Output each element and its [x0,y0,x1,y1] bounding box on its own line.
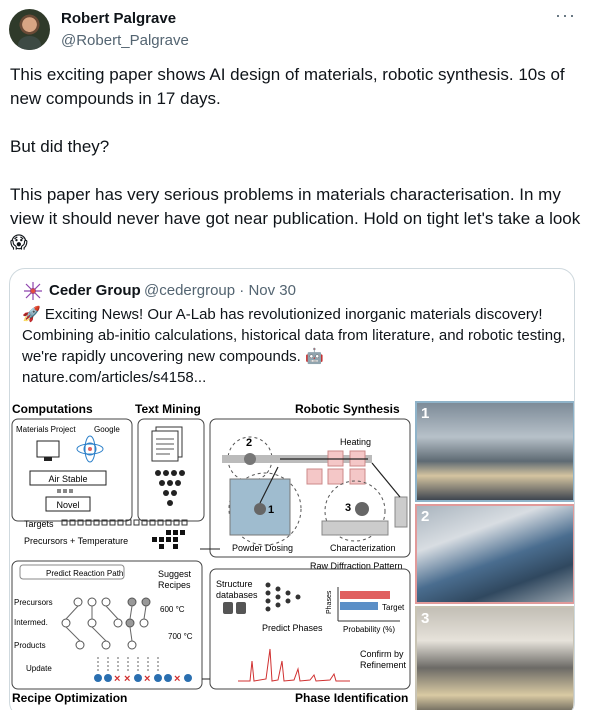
lab-photo-1: 1 [415,401,574,502]
step-2-label: 2 [246,437,252,449]
precursors-temperature-label: Precursors + Temperature [24,536,128,546]
materials-project-label: Materials Project [16,425,76,434]
air-stable-label: Air Stable [48,474,87,484]
workflow-diagram: Computations Text Mining Robotic Synthes… [11,402,411,705]
temp-700-label: 700 °C [168,632,193,641]
quote-author-name[interactable]: Ceder Group [49,282,141,299]
ceder-group-logo-icon [24,282,42,300]
quote-link[interactable]: nature.com/articles/s4158... [22,369,206,386]
robotic-synthesis-title: Robotic Synthesis [295,402,400,416]
characterization-label: Characterization [330,543,396,553]
confirm-refinement-label: Confirm by Refinement [360,649,407,670]
predict-reaction-path-label: Predict Reaction Path [46,569,123,578]
a-lab-figure[interactable]: Computations Text Mining Robotic Synthes… [10,399,574,710]
text-mining-title: Text Mining [135,402,201,416]
ellipsis-icon[interactable]: ··· [555,6,575,28]
author-name[interactable]: Robert Palgrave [61,10,176,27]
step-1-label: 1 [268,504,274,516]
probability-label: Probability (%) [343,625,395,634]
suggest-recipes-label: Suggest Recipes [158,569,192,590]
computations-title: Computations [12,402,93,416]
lab-photos: 1 2 3 [415,401,574,710]
tweet-text: This exciting paper shows AI design of m… [10,65,581,252]
quote-text-body: 🚀 Exciting News! Our A-Lab has revolutio… [22,306,566,365]
avatar[interactable] [9,9,50,50]
lab-photo-3: 3 [415,606,574,710]
lab-photo-2: 2 [415,504,574,604]
phases-axis-label: Phases [326,590,333,614]
quoted-tweet[interactable]: Ceder Group @cedergroup · Nov 30 🚀 Excit… [9,268,575,710]
google-label: Google [94,425,120,434]
structure-databases-label: Structure databases [216,579,258,600]
novel-label: Novel [56,500,79,510]
heating-label: Heating [340,437,371,447]
temp-600-label: 600 °C [160,605,185,614]
svg-text:×: × [114,673,120,685]
svg-text:×: × [124,673,130,685]
update-label: Update [26,664,52,673]
target-label: Target [382,603,405,612]
svg-text:×: × [174,673,180,685]
svg-text:×: × [144,673,150,685]
products-label: Products [14,641,46,650]
powder-dosing-label: Powder Dosing [232,543,293,553]
recipe-optimization-title: Recipe Optimization [12,691,127,705]
phase-identification-title: Phase Identification [295,691,408,705]
intermed-label: Intermed. [14,618,48,627]
quote-author-meta[interactable]: @cedergroup · Nov 30 [144,282,296,299]
author-handle[interactable]: @Robert_Palgrave [61,32,189,49]
predict-phases-label: Predict Phases [262,623,323,633]
targets-label: Targets [24,519,54,529]
precursors-label: Precursors [14,598,53,607]
step-3-label: 3 [345,502,351,514]
quote-text: 🚀 Exciting News! Our A-Lab has revolutio… [22,304,567,388]
